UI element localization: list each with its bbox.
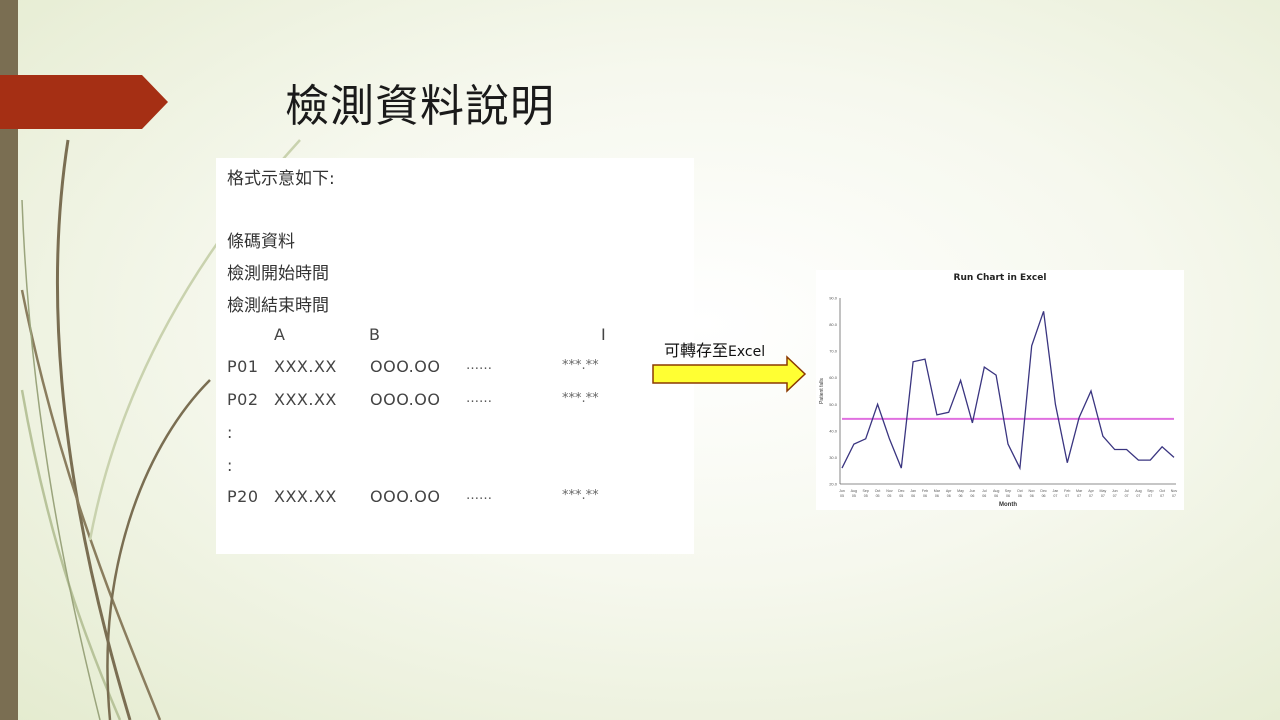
- chart-x-tick-label: May 07: [1099, 489, 1106, 498]
- row-id: P20: [227, 487, 259, 506]
- chart-x-tick-label: Jun 06: [970, 489, 976, 498]
- chart-x-tick-label: Apr 07: [1088, 489, 1094, 498]
- chart-x-tick-label: Jan 07: [1053, 489, 1059, 498]
- row-value-a: XXX.XX: [274, 390, 337, 409]
- chart-y-tick-label: 60.0: [829, 375, 838, 380]
- chart-y-tick-label: 40.0: [829, 428, 838, 433]
- slide-title: 檢測資料說明: [285, 81, 555, 132]
- chart-y-tick-label: 90.0: [829, 296, 838, 301]
- field-start-time: 檢測開始時間: [227, 264, 329, 284]
- column-header-a: A: [274, 325, 286, 344]
- format-intro-text: 格式示意如下:: [227, 169, 335, 189]
- chart-x-tick-label: Mar 07: [1076, 489, 1083, 498]
- chart-x-tick-label: Aug 05: [851, 489, 857, 498]
- row-value-i: ***.**: [562, 358, 599, 373]
- chart-x-ticks: Jun 05 Aug 05 Sep 05 Oct 05 Nov 05 Dec 05 Jan 06 Feb 06…: [839, 489, 1177, 498]
- chart-x-tick-label: Dec 05: [898, 489, 905, 498]
- row-dots: ……: [466, 391, 492, 406]
- chart-x-tick-label: Nov 06: [1029, 489, 1036, 498]
- chart-y-tick-label: 20.0: [829, 482, 838, 487]
- field-barcode: 條碼資料: [227, 232, 295, 252]
- row-value-b: OOO.OO: [370, 390, 441, 409]
- row-dots: ……: [466, 488, 492, 503]
- row-id: P02: [227, 390, 259, 409]
- chart-x-tick-label: Sep 07: [1147, 489, 1153, 498]
- chart-y-tick-label: 80.0: [829, 322, 838, 327]
- ellipsis-row: :: [227, 456, 233, 475]
- format-example-box: 格式示意如下: 條碼資料 檢測開始時間 檢測結束時間 A B I P01 XXX…: [216, 158, 694, 554]
- chart-x-tick-label: Oct 06: [1017, 489, 1023, 498]
- chart-series-line: [841, 311, 1175, 471]
- row-value-i: ***.**: [562, 488, 599, 503]
- row-value-b: OOO.OO: [370, 357, 441, 376]
- ellipsis-row: :: [227, 423, 233, 442]
- chart-x-tick-label: Sep 05: [863, 489, 869, 498]
- chart-y-label: Patient falls: [819, 378, 825, 404]
- chart-x-tick-label: Oct 05: [875, 489, 881, 498]
- run-chart-plot: 20.0 30.0 40.0 50.0 60.0 70.0 80.0 90.0 Jun 05 Au…: [819, 296, 1177, 509]
- row-value-a: XXX.XX: [274, 487, 337, 506]
- row-dots: ……: [466, 358, 492, 373]
- row-id: P01: [227, 357, 259, 376]
- row-value-i: ***.**: [562, 391, 599, 406]
- chart-x-tick-label: Sep 06: [1005, 489, 1011, 498]
- chart-x-tick-label: Mar 06: [934, 489, 941, 498]
- chart-x-tick-label: Apr 06: [946, 489, 952, 498]
- row-value-b: OOO.OO: [370, 487, 441, 506]
- chart-x-tick-label: Feb 06: [922, 489, 928, 498]
- column-header-b: B: [369, 325, 381, 344]
- chart-x-tick-label: Oct 07: [1159, 489, 1165, 498]
- chart-x-tick-label: Jun 05: [839, 489, 845, 498]
- chart-x-tick-label: Dec 06: [1040, 489, 1047, 498]
- chart-x-tick-label: Aug 07: [1135, 489, 1141, 498]
- chart-y-ticks: 20.0 30.0 40.0 50.0 60.0 70.0 80.0 90.0: [829, 296, 838, 487]
- chart-x-tick-label: May 06: [957, 489, 964, 498]
- chart-y-tick-label: 50.0: [829, 402, 838, 407]
- run-chart-image: Run Chart in Excel 20.0 30.0 40.0 50.0 60.0 7…: [816, 270, 1184, 510]
- chart-x-tick-label: Feb 07: [1064, 489, 1070, 498]
- field-end-time: 檢測結束時間: [227, 296, 329, 316]
- right-arrow-icon: [652, 355, 807, 393]
- chart-y-tick-label: 70.0: [829, 349, 838, 354]
- title-accent-flag: [0, 75, 168, 129]
- chart-x-tick-label: Jul 07: [1124, 489, 1129, 498]
- chart-x-label: Month: [999, 502, 1017, 508]
- chart-x-tick-label: Jan 06: [910, 489, 916, 498]
- chart-y-tick-label: 30.0: [829, 455, 838, 460]
- chart-x-tick-label: Aug 06: [993, 489, 999, 498]
- chart-x-tick-label: Jun 07: [1112, 489, 1118, 498]
- column-header-i: I: [601, 325, 607, 344]
- chart-x-tick-label: Nov 07: [1171, 489, 1178, 498]
- row-value-a: XXX.XX: [274, 357, 337, 376]
- chart-x-tick-label: Jul 06: [982, 489, 987, 498]
- chart-x-tick-label: Nov 05: [886, 489, 893, 498]
